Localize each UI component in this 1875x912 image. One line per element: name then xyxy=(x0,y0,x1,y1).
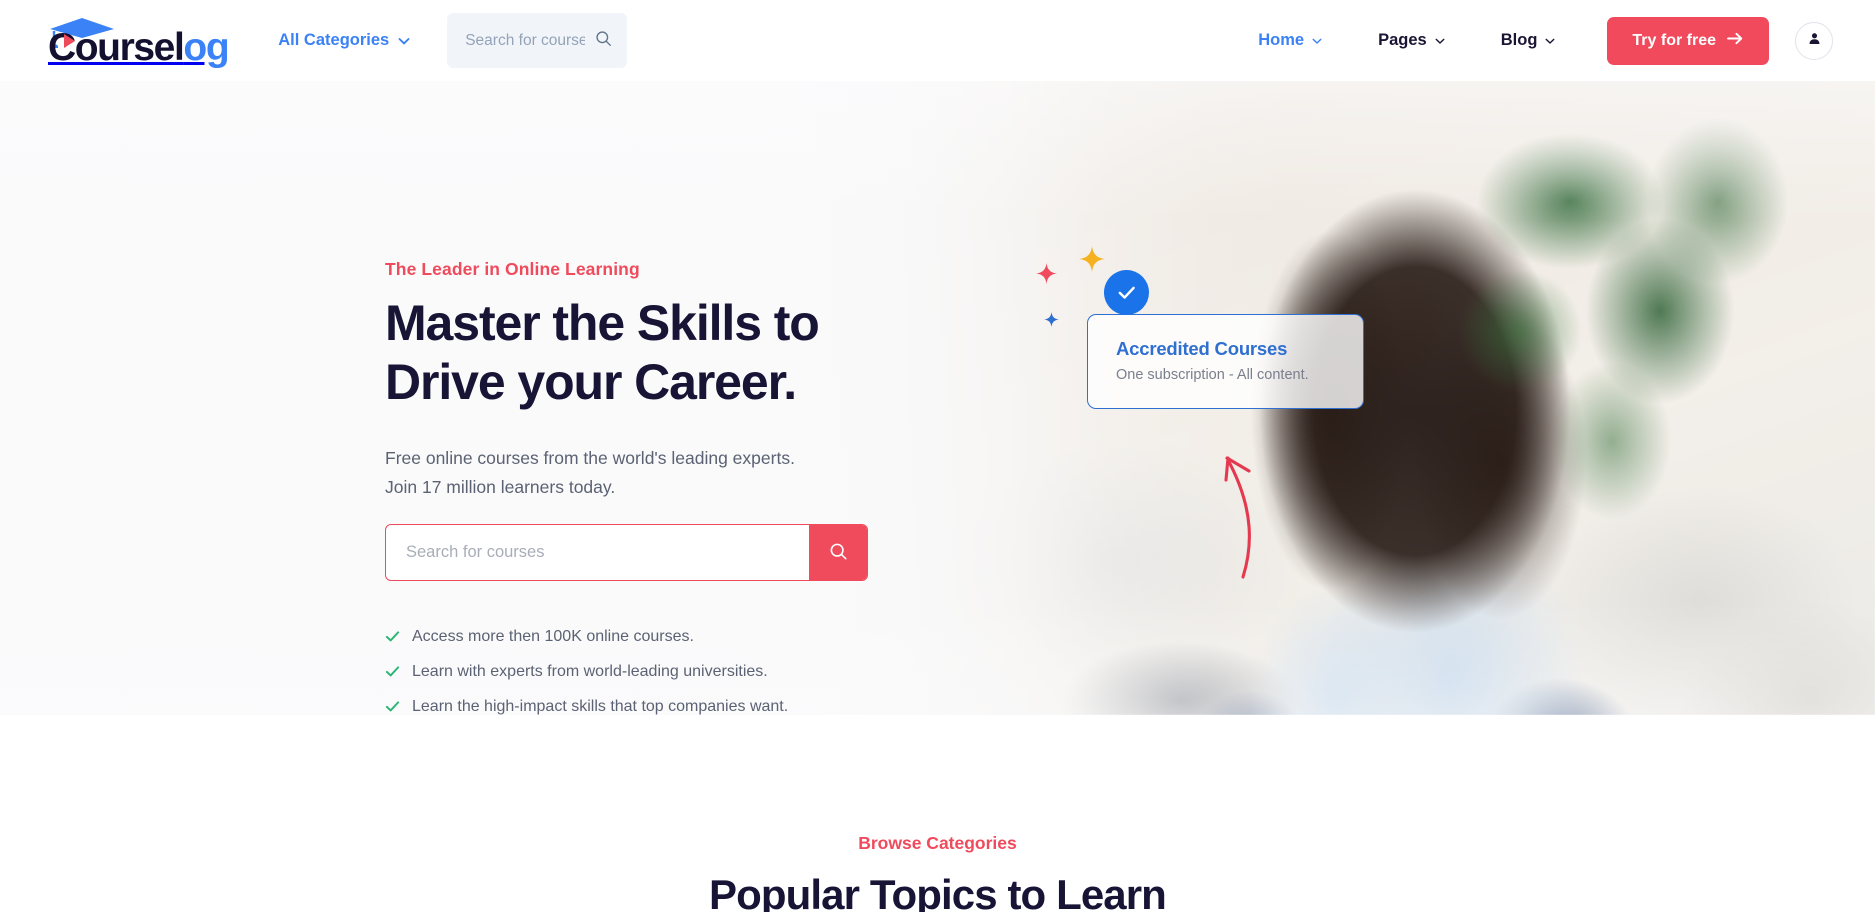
categories-title: Popular Topics to Learn xyxy=(709,871,1167,912)
search-icon xyxy=(829,542,848,564)
curved-arrow-up-icon xyxy=(1205,444,1275,584)
check-icon xyxy=(385,664,400,679)
hero-subtitle-line1: Free online courses from the world's lea… xyxy=(385,448,795,468)
accredited-courses-card: Accredited Courses One subscription - Al… xyxy=(1087,314,1364,409)
chevron-down-icon xyxy=(398,35,410,46)
nav-item-home-label: Home xyxy=(1258,31,1305,49)
try-for-free-label: Try for free xyxy=(1632,31,1716,49)
play-icon xyxy=(64,33,75,48)
site-header: Courselog All Categories Home Pages Blo xyxy=(0,0,1875,81)
list-item-label: Learn the high-impact skills that top co… xyxy=(412,697,789,715)
hero-subtitle-line2: Join 17 million learners today. xyxy=(385,476,616,497)
logo[interactable]: Courselog xyxy=(40,15,230,69)
sparkle-blue-icon xyxy=(1044,312,1059,332)
list-item: Access more then 100K online courses. xyxy=(385,619,788,654)
arrow-right-icon xyxy=(1727,32,1744,50)
sparkle-yellow-icon xyxy=(1079,246,1105,277)
check-badge-icon xyxy=(1104,270,1149,315)
hero-search[interactable] xyxy=(385,524,868,581)
hero-eyebrow: The Leader in Online Learning xyxy=(385,259,640,279)
hero-headline: Master the Skills to Drive your Career. xyxy=(385,294,820,412)
account-button[interactable] xyxy=(1795,21,1833,60)
nav-item-home[interactable]: Home xyxy=(1230,31,1350,50)
logo-text-blue: og xyxy=(183,25,229,69)
hero-feature-list: Access more then 100K online courses. Le… xyxy=(385,619,788,715)
nav-item-pages[interactable]: Pages xyxy=(1350,31,1473,50)
chevron-down-icon xyxy=(1545,36,1555,46)
hero-search-button[interactable] xyxy=(809,525,867,580)
list-item: Learn the high-impact skills that top co… xyxy=(385,689,788,715)
list-item-label: Access more then 100K online courses. xyxy=(412,627,694,645)
all-categories-dropdown[interactable]: All Categories xyxy=(278,31,410,50)
user-icon xyxy=(1807,31,1822,51)
accredited-courses-title: Accredited Courses xyxy=(1116,338,1288,359)
try-for-free-button[interactable]: Try for free xyxy=(1607,16,1769,65)
categories-section: Browse Categories Popular Topics to Lear… xyxy=(0,715,1875,912)
nav-item-pages-label: Pages xyxy=(1378,31,1427,49)
hero-headline-line1: Master the Skills to xyxy=(385,295,820,351)
categories-eyebrow: Browse Categories xyxy=(858,833,1017,853)
hero-subtitle: Free online courses from the world's lea… xyxy=(385,444,795,501)
hero-section: The Leader in Online Learning Master the… xyxy=(0,81,1875,715)
chevron-down-icon xyxy=(1435,36,1445,46)
list-item-label: Learn with experts from world-leading un… xyxy=(412,662,768,680)
list-item: Learn with experts from world-leading un… xyxy=(385,654,788,689)
all-categories-label: All Categories xyxy=(278,31,390,49)
accredited-courses-subtitle: One subscription - All content. xyxy=(1116,367,1309,383)
check-icon xyxy=(385,629,400,644)
header-search[interactable] xyxy=(447,13,628,68)
search-icon[interactable] xyxy=(595,30,612,52)
check-icon xyxy=(385,699,400,714)
hero-headline-line2: Drive your Career. xyxy=(385,354,797,410)
header-search-input[interactable] xyxy=(465,31,586,50)
nav-item-blog[interactable]: Blog xyxy=(1473,31,1584,50)
chevron-down-icon xyxy=(1312,36,1322,46)
sparkle-red-icon xyxy=(1036,263,1057,289)
main-nav: Home Pages Blog Try for free xyxy=(1230,16,1833,65)
nav-item-blog-label: Blog xyxy=(1500,31,1538,49)
hero-search-input[interactable] xyxy=(386,525,809,580)
